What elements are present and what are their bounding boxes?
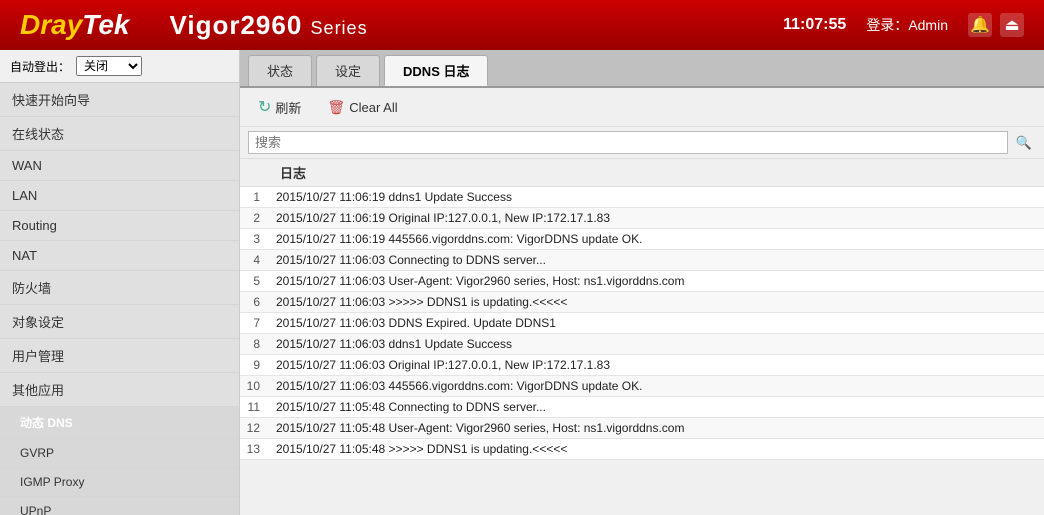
log-row: 72015/10/27 11:06:03 DDNS Expired. Updat… [240,313,1044,334]
clear-icon: 🗑 [327,99,345,116]
log-row: 102015/10/27 11:06:03 445566.vigorddns.c… [240,376,1044,397]
log-row-text: 2015/10/27 11:06:03 Original IP:127.0.0.… [270,355,1044,376]
sidebar-item-user-mgmt[interactable]: 用户管理 [0,339,239,373]
sidebar-item-quick-start[interactable]: 快速开始向导 [0,83,239,117]
sidebar-item-upnp[interactable]: UPnP [0,497,239,515]
log-row-num: 6 [240,292,270,313]
log-row-text: 2015/10/27 11:06:19 445566.vigorddns.com… [270,229,1044,250]
search-row: 🔍 [240,127,1044,159]
log-row: 82015/10/27 11:06:03 ddns1 Update Succes… [240,334,1044,355]
sidebar-item-wan[interactable]: WAN [0,151,239,181]
auto-logout-select[interactable]: 关闭 5分钟 10分钟 30分钟 [76,56,142,76]
sidebar-item-online-status[interactable]: 在线状态 [0,117,239,151]
log-row-num: 9 [240,355,270,376]
log-row: 52015/10/27 11:06:03 User-Agent: Vigor29… [240,271,1044,292]
log-row-text: 2015/10/27 11:06:03 Connecting to DDNS s… [270,250,1044,271]
log-row: 112015/10/27 11:05:48 Connecting to DDNS… [240,397,1044,418]
tabs: 状态 设定 DDNS 日志 [240,50,1044,88]
log-row: 42015/10/27 11:06:03 Connecting to DDNS … [240,250,1044,271]
main-layout: 自动登出： 关闭 5分钟 10分钟 30分钟 快速开始向导 在线状态 WAN L… [0,50,1044,515]
header-right: 11:07:55 登录：Admin 🔔 ⏏ [783,13,1024,37]
sidebar-item-other-apps[interactable]: 其他应用 [0,373,239,407]
log-row: 62015/10/27 11:06:03 >>>>> DDNS1 is upda… [240,292,1044,313]
log-row-num: 3 [240,229,270,250]
sidebar-item-object-settings[interactable]: 对象设定 [0,305,239,339]
tab-status[interactable]: 状态 [248,55,312,86]
sidebar-item-routing[interactable]: Routing [0,211,239,241]
log-table: 12015/10/27 11:06:19 ddns1 Update Succes… [240,187,1044,460]
sidebar-item-dynamic-dns[interactable]: 动态 DNS [0,407,239,439]
auto-logout-label: 自动登出： [10,58,70,75]
search-icon[interactable]: 🔍 [1012,133,1036,153]
log-row-text: 2015/10/27 11:05:48 >>>>> DDNS1 is updat… [270,439,1044,460]
log-row-text: 2015/10/27 11:06:03 ddns1 Update Success [270,334,1044,355]
logo-dray: Dray [20,9,82,41]
clear-all-button[interactable]: 🗑 Clear All [319,96,405,119]
log-row: 32015/10/27 11:06:19 445566.vigorddns.co… [240,229,1044,250]
log-row-num: 1 [240,187,270,208]
log-row-text: 2015/10/27 11:06:03 >>>>> DDNS1 is updat… [270,292,1044,313]
log-row-text: 2015/10/27 11:05:48 Connecting to DDNS s… [270,397,1044,418]
log-row: 92015/10/27 11:06:03 Original IP:127.0.0… [240,355,1044,376]
log-row: 122015/10/27 11:05:48 User-Agent: Vigor2… [240,418,1044,439]
sidebar: 自动登出： 关闭 5分钟 10分钟 30分钟 快速开始向导 在线状态 WAN L… [0,50,240,515]
log-row-num: 2 [240,208,270,229]
refresh-button[interactable]: ↻ 刷新 [250,94,309,120]
header-model: Vigor2960 Series [169,10,367,41]
sidebar-item-nat[interactable]: NAT [0,241,239,271]
header-time: 11:07:55 [783,16,846,34]
bell-icon[interactable]: 🔔 [968,13,992,37]
log-row-num: 4 [240,250,270,271]
log-row-text: 2015/10/27 11:06:03 User-Agent: Vigor296… [270,271,1044,292]
sidebar-item-igmp-proxy[interactable]: IGMP Proxy [0,468,239,497]
log-row: 12015/10/27 11:06:19 ddns1 Update Succes… [240,187,1044,208]
tab-settings[interactable]: 设定 [316,55,380,86]
log-row-num: 8 [240,334,270,355]
sidebar-item-firewall[interactable]: 防火墙 [0,271,239,305]
log-row-text: 2015/10/27 11:05:48 User-Agent: Vigor296… [270,418,1044,439]
search-input[interactable] [248,131,1008,154]
log-header: 日志 [240,159,1044,187]
header-icons: 🔔 ⏏ [968,13,1024,37]
log-row-num: 11 [240,397,270,418]
sidebar-item-gvrp[interactable]: GVRP [0,439,239,468]
log-row: 132015/10/27 11:05:48 >>>>> DDNS1 is upd… [240,439,1044,460]
tab-ddns-log[interactable]: DDNS 日志 [384,55,488,86]
toolbar: ↻ 刷新 🗑 Clear All [240,88,1044,127]
sidebar-item-lan[interactable]: LAN [0,181,239,211]
log-row-num: 13 [240,439,270,460]
log-row: 22015/10/27 11:06:19 Original IP:127.0.0… [240,208,1044,229]
log-row-text: 2015/10/27 11:06:03 445566.vigorddns.com… [270,376,1044,397]
refresh-icon: ↻ [258,97,271,117]
logout-icon[interactable]: ⏏ [1000,13,1024,37]
log-row-text: 2015/10/27 11:06:03 DDNS Expired. Update… [270,313,1044,334]
log-row-num: 10 [240,376,270,397]
header-user: 登录：Admin [866,15,948,35]
logo: Dray Tek [20,9,129,41]
log-row-text: 2015/10/27 11:06:19 Original IP:127.0.0.… [270,208,1044,229]
log-area: 🔍 日志 12015/10/27 11:06:19 ddns1 Update S… [240,127,1044,515]
log-row-text: 2015/10/27 11:06:19 ddns1 Update Success [270,187,1044,208]
auto-logout-row: 自动登出： 关闭 5分钟 10分钟 30分钟 [0,50,239,83]
content: 状态 设定 DDNS 日志 ↻ 刷新 🗑 Clear All 🔍 日志 [240,50,1044,515]
log-row-num: 12 [240,418,270,439]
logo-tek: Tek [82,9,129,41]
log-row-num: 5 [240,271,270,292]
log-row-num: 7 [240,313,270,334]
header: Dray Tek Vigor2960 Series 11:07:55 登录：Ad… [0,0,1044,50]
